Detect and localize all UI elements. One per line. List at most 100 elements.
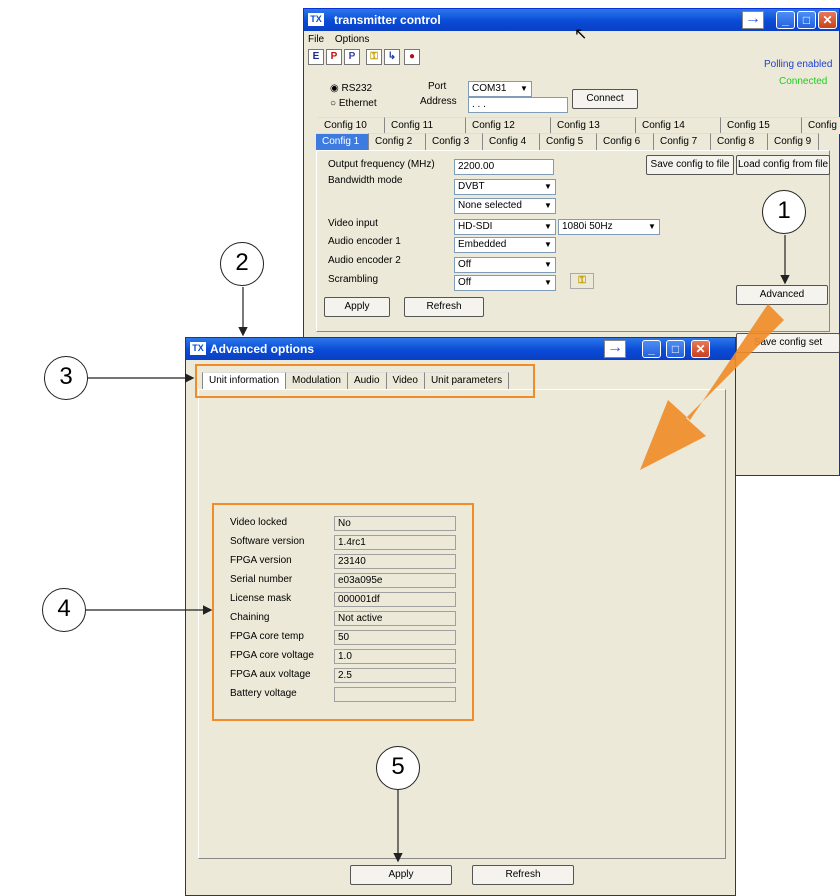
port-label: Port — [428, 81, 447, 92]
port-value: COM31 — [472, 83, 507, 94]
maximize-button[interactable]: □ — [797, 11, 816, 29]
tabs-highlight — [195, 364, 535, 398]
key-icon[interactable]: ⚿ — [570, 273, 594, 289]
minimize-button[interactable]: _ — [642, 340, 661, 358]
advanced-button[interactable]: Advanced — [736, 285, 828, 305]
video-input-label: Video input — [328, 218, 378, 229]
tab-config-15[interactable]: Config 15 — [721, 117, 802, 134]
output-frequency-input[interactable]: 2200.00 — [454, 159, 554, 175]
video-input-select[interactable]: HD-SDI ▼ — [454, 219, 556, 235]
p-red-icon[interactable]: P — [326, 49, 342, 65]
config-tabs-row2: Config 1 Config 2 Config 3 Config 4 Conf… — [316, 133, 819, 150]
tab-config-2[interactable]: Config 2 — [369, 133, 426, 150]
tab-config-9[interactable]: Config 9 — [768, 133, 819, 150]
menu-options[interactable]: Options — [335, 34, 369, 45]
maximize-icon: □ — [802, 13, 811, 27]
address-label: Address — [420, 96, 457, 107]
minimize-icon: _ — [782, 13, 789, 27]
tab-config-6[interactable]: Config 6 — [597, 133, 654, 150]
tab-config-4[interactable]: Config 4 — [483, 133, 540, 150]
chevron-down-icon: ▼ — [544, 201, 552, 210]
polling-status: Polling enabled — [764, 59, 833, 70]
tab-config-14[interactable]: Config 14 — [636, 117, 721, 134]
tab-config-1[interactable]: Config 1 — [316, 133, 369, 150]
advanced-window-title: Advanced options — [210, 342, 315, 356]
audio-encoder-2-select[interactable]: Off ▼ — [454, 257, 556, 273]
connect-button[interactable]: Connect — [572, 89, 638, 109]
refresh-button[interactable]: Refresh — [404, 297, 484, 317]
ethernet-radio[interactable]: ○ Ethernet — [330, 98, 377, 109]
video-format-select[interactable]: 1080i 50Hz ▼ — [558, 219, 660, 235]
address-input[interactable]: . . . — [468, 97, 568, 113]
mouse-cursor-icon: ↖ — [574, 26, 588, 43]
minimize-button[interactable]: _ — [776, 11, 795, 29]
audio-encoder-1-select[interactable]: Embedded ▼ — [454, 237, 556, 253]
scrambling-value: Off — [458, 277, 472, 288]
chevron-down-icon: ▼ — [544, 182, 552, 191]
tab-config-7[interactable]: Config 7 — [654, 133, 711, 150]
tab-config-5[interactable]: Config 5 — [540, 133, 597, 150]
config-tabs-row1: Config 10 Config 11 Config 12 Config 13 … — [318, 117, 840, 134]
bandwidth-mode-select[interactable]: DVBT ▼ — [454, 179, 556, 195]
ethernet-label: Ethernet — [338, 98, 377, 109]
apply-button[interactable]: Apply — [324, 297, 390, 317]
save-config-to-file-button[interactable]: Save config to file — [646, 155, 734, 175]
connected-status: Connected — [779, 76, 828, 87]
advanced-titlebar[interactable]: TX Advanced options → _ □ ✕ — [186, 338, 735, 360]
close-icon: ✕ — [695, 342, 706, 356]
menu-bar: File Options — [308, 34, 369, 45]
load-config-from-file-button[interactable]: Load config from file — [736, 155, 830, 175]
arrow-right-icon[interactable]: → — [604, 340, 626, 358]
save-config-set-button[interactable]: Save config set — [736, 333, 840, 353]
e-icon[interactable]: E — [308, 49, 324, 65]
exit-icon[interactable]: ↳ — [384, 49, 400, 65]
audio-encoder-1-label: Audio encoder 1 — [328, 236, 401, 247]
close-icon: ✕ — [822, 13, 833, 27]
tab-config-13[interactable]: Config 13 — [551, 117, 636, 134]
maximize-icon: □ — [671, 342, 680, 356]
port-select[interactable]: COM31 ▼ — [468, 81, 532, 97]
audio-encoder-1-value: Embedded — [458, 239, 507, 250]
video-input-value: HD-SDI — [458, 221, 493, 232]
tab-config-10[interactable]: Config 10 — [318, 117, 385, 134]
output-frequency-label: Output frequency (MHz) — [328, 159, 435, 170]
tab-config-12[interactable]: Config 12 — [466, 117, 551, 134]
chevron-down-icon: ▼ — [520, 84, 528, 93]
chevron-down-icon: ▼ — [648, 222, 656, 231]
apply-button[interactable]: Apply — [350, 865, 452, 885]
bandwidth-mode-label: Bandwidth mode — [328, 175, 403, 186]
tab-config-3[interactable]: Config 3 — [426, 133, 483, 150]
bandwidth-sub-select[interactable]: None selected ▼ — [454, 198, 556, 214]
maximize-button[interactable]: □ — [666, 340, 685, 358]
audio-encoder-2-label: Audio encoder 2 — [328, 255, 401, 266]
bandwidth-mode-value: DVBT — [458, 181, 485, 192]
close-button[interactable]: ✕ — [691, 340, 710, 358]
app-icon: TX — [190, 342, 206, 355]
rs232-radio[interactable]: ◉ RS232 — [330, 83, 372, 94]
output-frequency-value: 2200.00 — [458, 161, 495, 172]
audio-encoder-2-value: Off — [458, 259, 472, 270]
toolbar: E P P ⚿ ↳ ● — [308, 49, 448, 65]
scrambling-select[interactable]: Off ▼ — [454, 275, 556, 291]
main-titlebar[interactable]: TX transmitter control → _ □ ✕ — [304, 9, 839, 31]
menu-file[interactable]: File — [308, 34, 324, 45]
bandwidth-sub-value: None selected — [458, 200, 522, 211]
chevron-down-icon: ▼ — [544, 240, 552, 249]
record-icon[interactable]: ● — [404, 49, 420, 65]
p-blue-icon[interactable]: P — [344, 49, 360, 65]
arrow-right-icon[interactable]: → — [742, 11, 764, 29]
tab-config-11[interactable]: Config 11 — [385, 117, 466, 134]
callout-3: 3 — [44, 356, 88, 400]
minimize-icon: _ — [648, 342, 655, 356]
close-button[interactable]: ✕ — [818, 11, 837, 29]
scrambling-label: Scrambling — [328, 274, 379, 285]
refresh-button[interactable]: Refresh — [472, 865, 574, 885]
app-icon: TX — [308, 13, 324, 26]
chevron-down-icon: ▼ — [544, 260, 552, 269]
main-window-title: transmitter control — [334, 13, 441, 27]
tab-config-8[interactable]: Config 8 — [711, 133, 768, 150]
tab-config-16[interactable]: Config 16 — [802, 117, 840, 134]
address-value: . . . — [472, 99, 486, 110]
key-icon[interactable]: ⚿ — [366, 49, 382, 65]
unit-info-highlight — [212, 503, 474, 721]
